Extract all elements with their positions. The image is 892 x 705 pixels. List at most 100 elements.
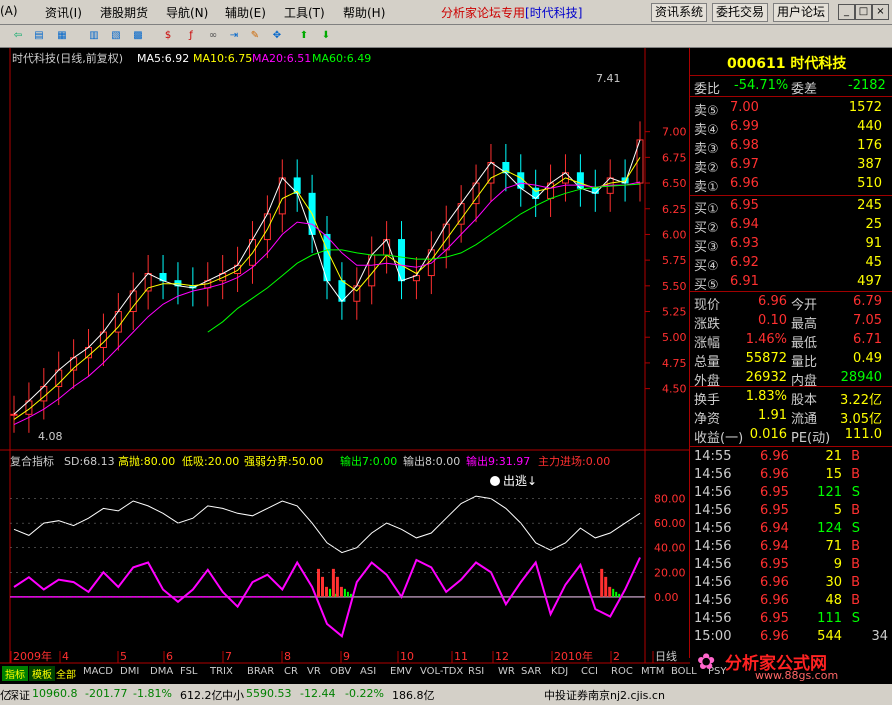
- alert-icon[interactable]: $: [160, 28, 176, 44]
- tab-14[interactable]: VOL-TDX: [420, 666, 463, 677]
- stat-value: 0.10: [758, 313, 787, 328]
- tab-0[interactable]: 指标: [2, 666, 28, 681]
- tick-price: 6.96: [760, 449, 789, 464]
- index1-name: 深证: [8, 689, 30, 702]
- tab-9[interactable]: CR: [284, 666, 298, 677]
- signal-bar-green: [346, 591, 349, 597]
- tab-5[interactable]: DMA: [150, 666, 173, 677]
- watermark: ✿ 分析家公式网 www.88gs.com: [697, 648, 892, 684]
- level-price: 6.95: [730, 198, 759, 213]
- price-tick-label: 6.25: [662, 203, 687, 216]
- tab-6[interactable]: FSL: [180, 666, 198, 677]
- tick-flag: B: [851, 467, 860, 482]
- maximize-button[interactable]: □: [855, 4, 872, 20]
- tab-10[interactable]: VR: [307, 666, 321, 677]
- arrow-down-icon[interactable]: ⬇: [318, 28, 334, 44]
- stat-label: 流通: [791, 412, 818, 427]
- move-icon[interactable]: ✥: [269, 28, 285, 44]
- level-price: 6.94: [730, 217, 759, 232]
- link-icon[interactable]: ∞: [205, 28, 221, 44]
- sell-level-row: 卖⑤ 7.00 1572: [690, 99, 890, 119]
- list-icon[interactable]: ▤: [31, 28, 47, 44]
- forum-button[interactable]: 用户论坛: [773, 3, 830, 22]
- stat-value: 3.05亿: [840, 412, 882, 427]
- toolbar: ⇦ ▤ ▦ ▥ ▧ ▩ $ ƒ ∞ ⇥ ✎ ✥ ⬆ ⬇: [0, 25, 892, 48]
- tick-row: 14:56 6.95 9 B: [690, 556, 890, 574]
- menu-item-help[interactable]: 帮助(H): [343, 4, 385, 21]
- stat-row: 涨幅 1.46% 最低 6.71: [690, 331, 890, 351]
- tick-volume: 21: [825, 449, 842, 464]
- sell-level-row: 卖① 6.96 510: [690, 175, 890, 195]
- trade-button[interactable]: 委托交易: [712, 3, 769, 22]
- tab-4[interactable]: DMI: [120, 666, 139, 677]
- grid-icon[interactable]: ▩: [130, 28, 146, 44]
- tick-row: 14:56 6.96 48 B: [690, 592, 890, 610]
- tab-22[interactable]: BOLL: [671, 666, 697, 677]
- rsi-icon[interactable]: ▧: [108, 28, 124, 44]
- index1-amount: 612.2亿: [180, 689, 223, 702]
- brand-label: 分析家论坛专用[时代科技]: [441, 4, 582, 21]
- tab-11[interactable]: OBV: [330, 666, 351, 677]
- menu-item-system[interactable]: (A): [0, 4, 18, 18]
- menu-item-info[interactable]: 资讯(I): [45, 4, 82, 21]
- tick-flag: S: [851, 485, 860, 500]
- chart-icon[interactable]: ▥: [86, 28, 102, 44]
- tab-19[interactable]: CCI: [581, 666, 598, 677]
- price-tick-label: 5.00: [662, 331, 687, 344]
- wei-cha-value: -2182: [848, 78, 886, 93]
- stat2-row: 收益(一) 0.016 PE(动) 111.0: [690, 426, 890, 446]
- tab-15[interactable]: RSI: [468, 666, 484, 677]
- indicator-sd: SD:68.13: [64, 455, 115, 468]
- stat-value: 6.79: [853, 294, 882, 309]
- minimize-button[interactable]: _: [838, 4, 855, 20]
- tab-2[interactable]: 全部: [56, 666, 76, 681]
- stat-label: 股本: [791, 393, 818, 408]
- tick-row: 14:56 6.95 5 B: [690, 502, 890, 520]
- candle-body: [10, 413, 18, 416]
- level-price: 6.91: [730, 274, 759, 289]
- menu-item-aux[interactable]: 辅助(E): [225, 4, 266, 21]
- back-icon[interactable]: ⇦: [10, 28, 26, 44]
- buy-level-row: 买① 6.95 245: [690, 197, 890, 217]
- tab-8[interactable]: BRAR: [247, 666, 274, 677]
- menu-item-tools[interactable]: 工具(T): [284, 4, 325, 21]
- sell-level-row: 卖④ 6.99 440: [690, 118, 890, 138]
- tab-13[interactable]: EMV: [390, 666, 412, 677]
- close-button[interactable]: ×: [872, 4, 889, 20]
- tab-18[interactable]: KDJ: [551, 666, 568, 677]
- tab-17[interactable]: SAR: [521, 666, 541, 677]
- price-tick-label: 4.75: [662, 357, 687, 370]
- tab-7[interactable]: TRIX: [210, 666, 233, 677]
- info-system-button[interactable]: 资讯系统: [651, 3, 708, 22]
- tab-1[interactable]: 模板: [29, 666, 55, 681]
- stat-value: 3.22亿: [840, 393, 882, 408]
- export-icon[interactable]: ⇥: [226, 28, 242, 44]
- signal-bar-green: [329, 588, 331, 597]
- stat-value: 6.71: [853, 332, 882, 347]
- watermark-url: www.88gs.com: [755, 669, 839, 682]
- f10-icon[interactable]: ▦: [54, 28, 70, 44]
- tab-20[interactable]: ROC: [611, 666, 633, 677]
- price-tick-label: 5.75: [662, 254, 687, 267]
- wei-bi-value: -54.71%: [734, 78, 789, 93]
- pencil-icon[interactable]: ✎: [247, 28, 263, 44]
- menu-item-hk-futures[interactable]: 港股期货: [100, 4, 148, 21]
- stat-value: 28940: [840, 370, 882, 385]
- formula-icon[interactable]: ƒ: [183, 28, 199, 44]
- signal-bar: [317, 568, 320, 597]
- stat-label: 换手: [694, 393, 721, 408]
- tick-row: 14:56 6.96 30 B: [690, 574, 890, 592]
- tab-3[interactable]: MACD: [83, 666, 113, 677]
- index2-value: 5590.53: [246, 687, 292, 700]
- tab-16[interactable]: WR: [498, 666, 515, 677]
- level-volume: 176: [857, 138, 882, 153]
- price-tick-label: 6.00: [662, 228, 687, 241]
- menu-item-nav[interactable]: 导航(N): [166, 4, 208, 21]
- arrow-up-icon[interactable]: ⬆: [296, 28, 312, 44]
- tick-price: 6.95: [760, 503, 789, 518]
- stat-label: PE(动): [791, 431, 831, 446]
- tab-12[interactable]: ASI: [360, 666, 376, 677]
- level-volume: 1572: [848, 100, 882, 115]
- tick-volume: 121: [817, 485, 842, 500]
- tab-21[interactable]: MTM: [641, 666, 664, 677]
